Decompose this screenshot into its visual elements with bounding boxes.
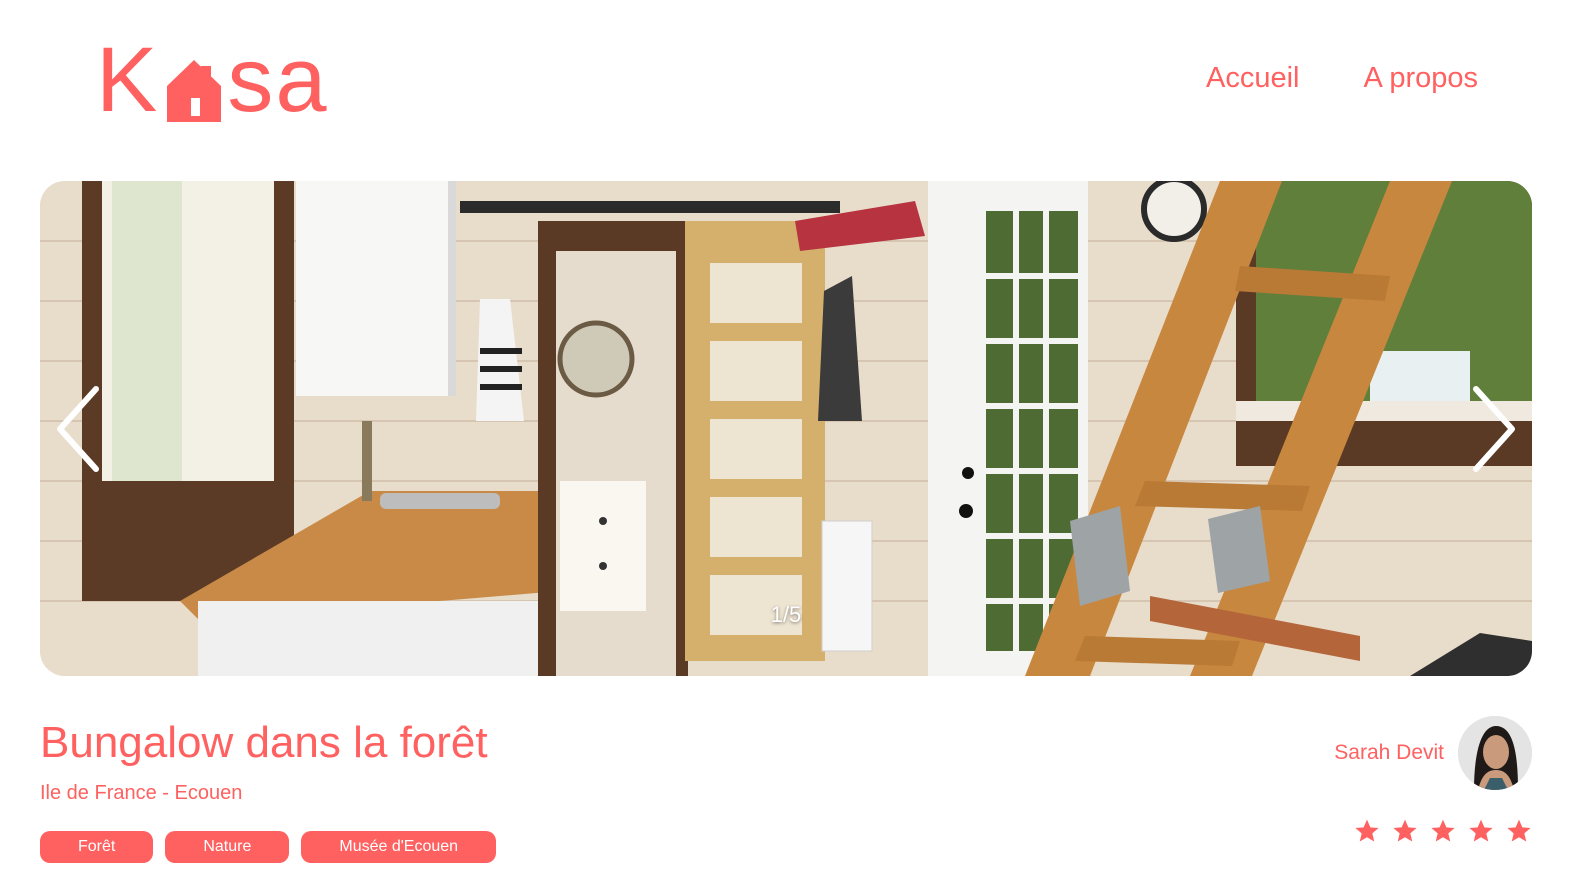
star-icon [1507,819,1531,842]
tag-item: Nature [165,831,290,863]
listing-title: Bungalow dans la forêt [40,718,488,767]
tag-list: Forêt Nature Musée d'Ecouen [40,831,497,863]
host-name: Sarah Devit [1334,741,1444,764]
logo-letters-sa: sa [227,29,329,131]
listing-location: Ile de France - Ecouen [40,782,243,804]
host-info: Sarah Devit [1334,716,1532,790]
star-icon [1469,819,1493,842]
tag-item: Musée d'Ecouen [301,831,497,863]
nav-a-propos[interactable]: A propos [1364,62,1478,95]
star-icon [1431,819,1455,842]
logo-letter-k: K [96,29,160,131]
image-carousel: 1/5 [40,181,1532,676]
rating-stars [1354,818,1532,844]
avatar [1458,716,1532,790]
kasa-logo[interactable]: K sa [96,34,329,126]
header: K sa Accueil A propos [0,0,1590,170]
nav-accueil[interactable]: Accueil [1206,62,1300,95]
image-counter: 1/5 [770,602,802,627]
chevron-right-icon[interactable] [1462,381,1522,477]
star-icon [1355,819,1379,842]
star-icon [1393,819,1417,842]
chevron-left-icon[interactable] [50,381,110,477]
tag-item: Forêt [40,831,154,863]
house-icon [167,60,222,122]
main-nav: Accueil A propos [1206,62,1478,95]
